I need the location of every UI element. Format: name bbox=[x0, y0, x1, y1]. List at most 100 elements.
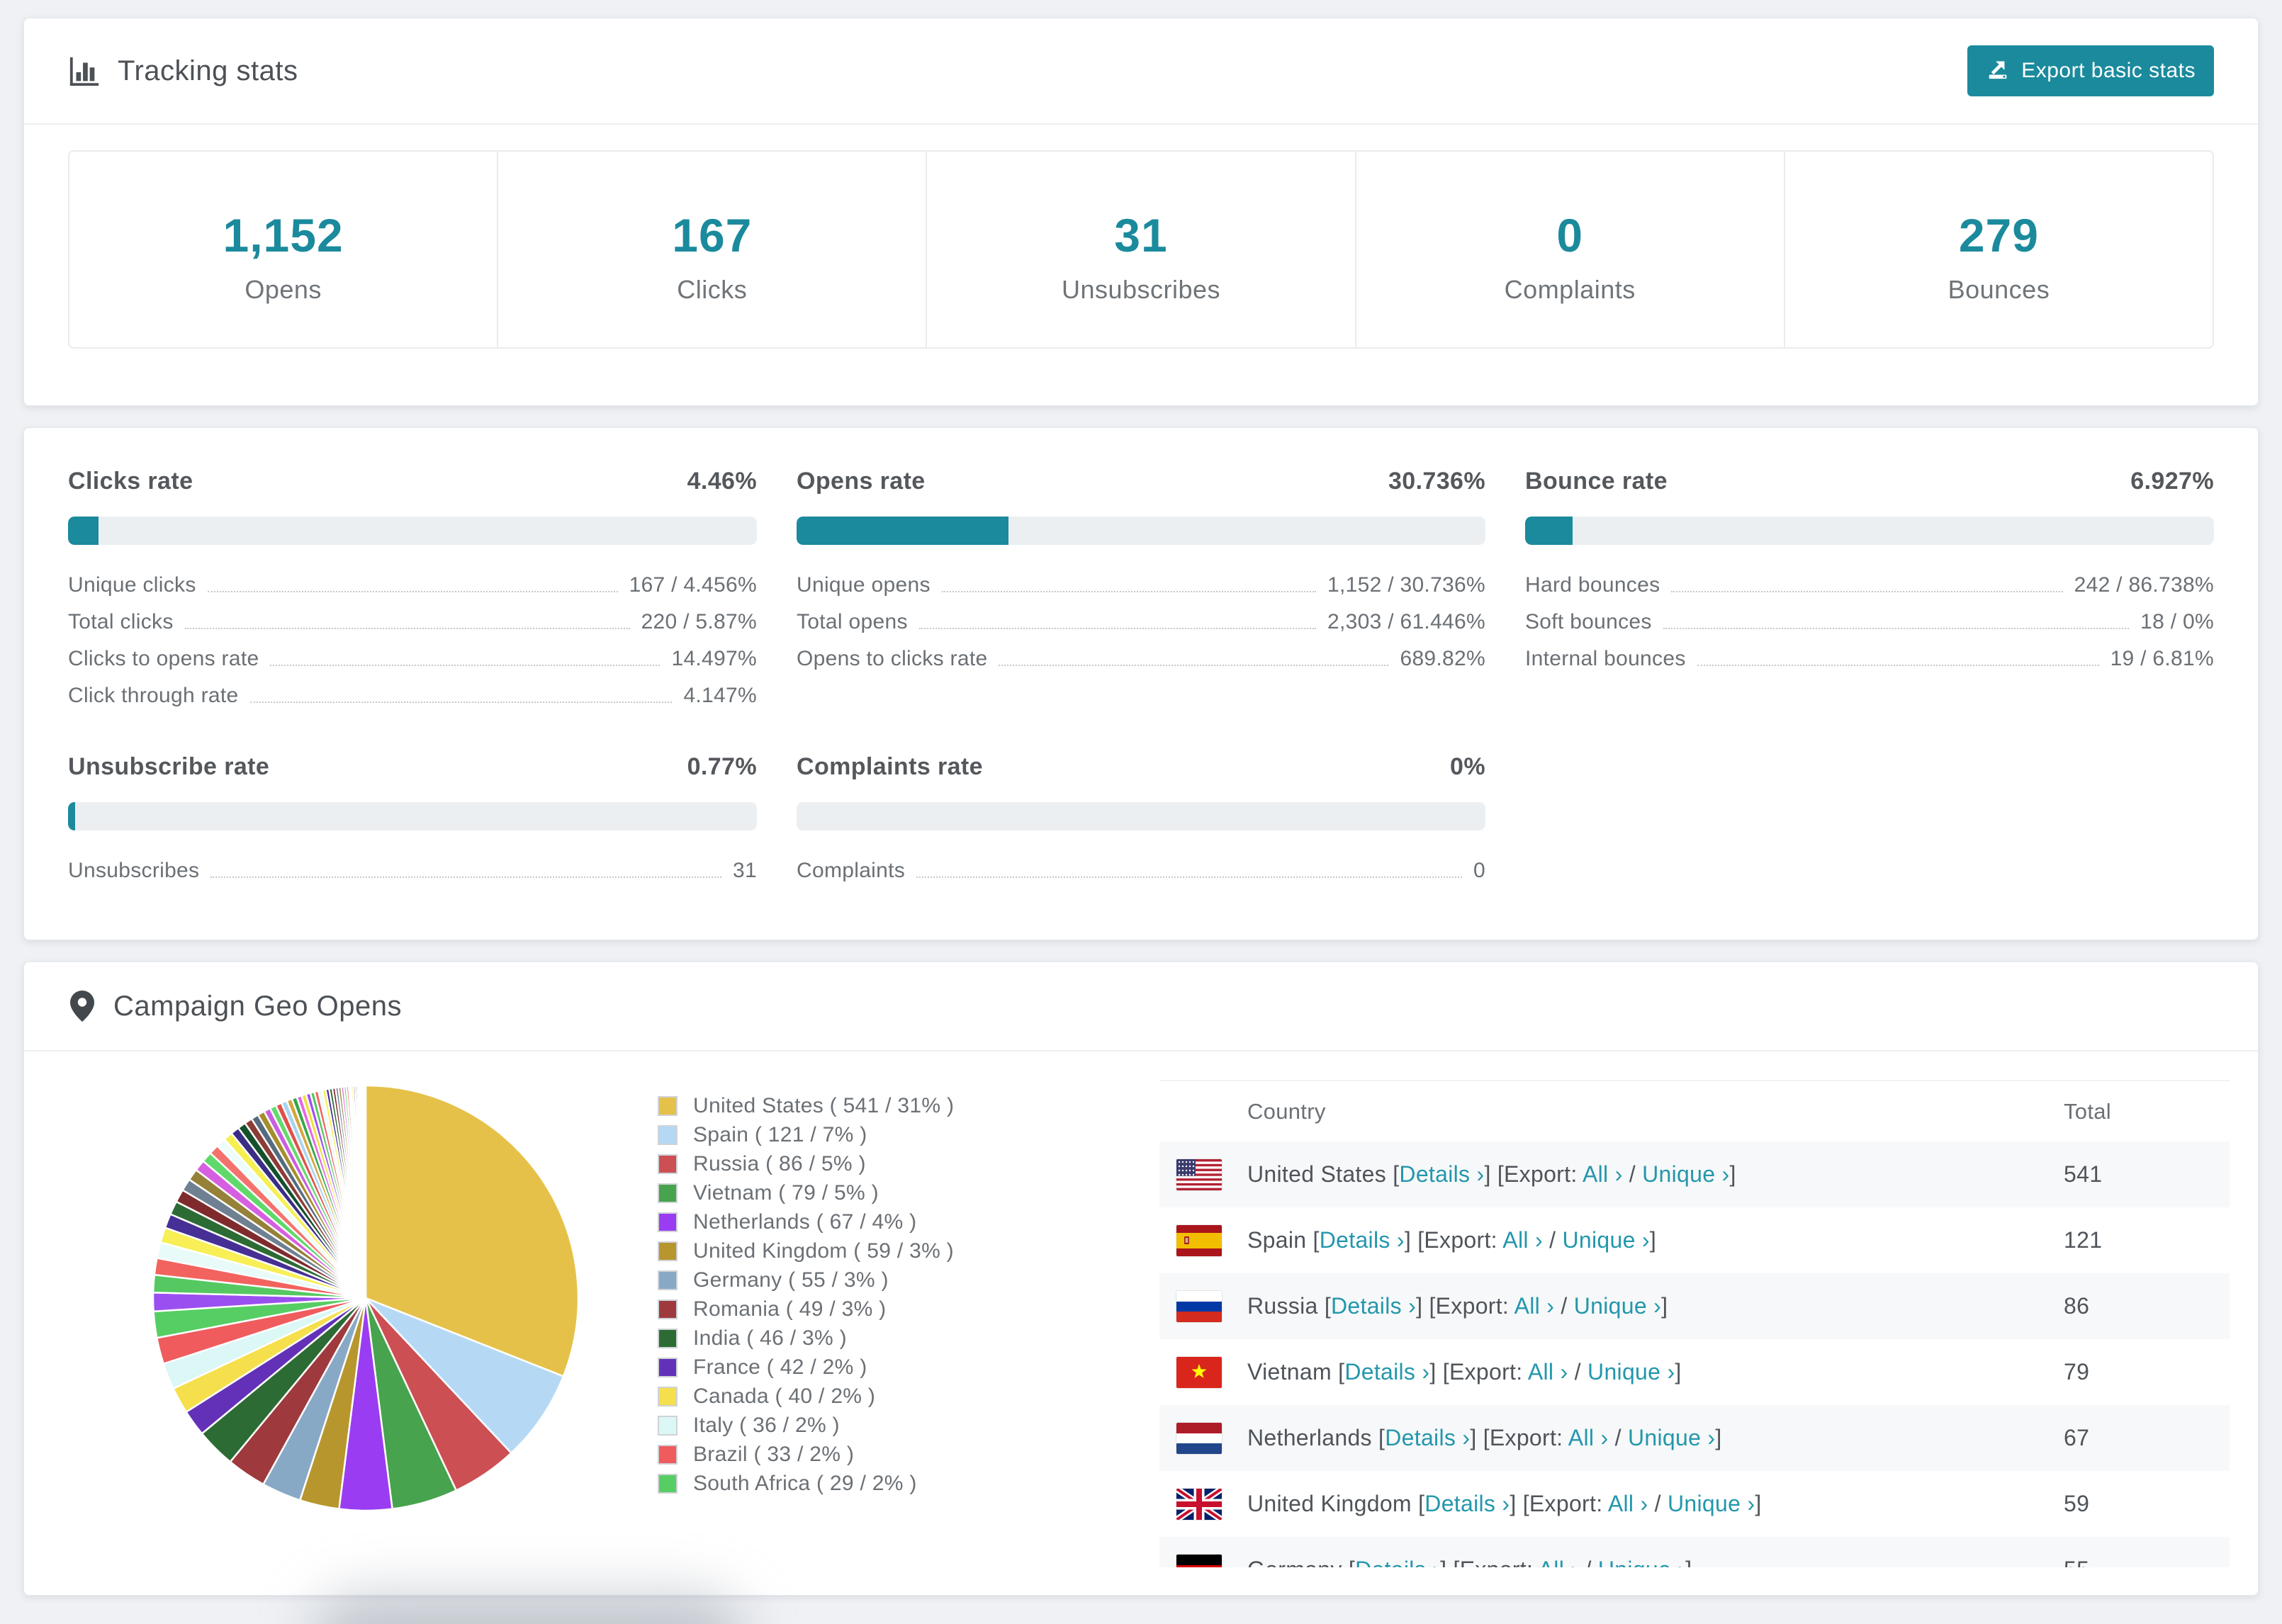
country-name-and-links: United Kingdom [Details ›] [Export: All … bbox=[1247, 1491, 1762, 1517]
country-name-and-links: Russia [Details ›] [Export: All › / Uniq… bbox=[1247, 1293, 1668, 1319]
legend-item-brazil: Brazil ( 33 / 2% ) bbox=[658, 1440, 954, 1469]
slash-separator: / bbox=[1554, 1293, 1574, 1319]
export-unique-link-russia[interactable]: Unique › bbox=[1574, 1293, 1661, 1319]
dotted-leader bbox=[1697, 665, 2099, 666]
details-link-germany[interactable]: Details › bbox=[1355, 1557, 1440, 1567]
country-name: Russia bbox=[1247, 1293, 1325, 1319]
legend-label: France ( 42 / 2% ) bbox=[693, 1355, 867, 1379]
export-all-link-united-states[interactable]: All › bbox=[1583, 1161, 1623, 1187]
legend-swatch bbox=[658, 1299, 678, 1319]
detail-label: Clicks to opens rate bbox=[68, 647, 259, 670]
export-all-link-netherlands[interactable]: All › bbox=[1568, 1425, 1609, 1450]
dotted-leader bbox=[1671, 591, 2063, 592]
details-link-vietnam[interactable]: Details › bbox=[1344, 1359, 1429, 1385]
rate-block-bounce-rate: Bounce rate 6.927% Hard bounces 242 / 86.73… bbox=[1525, 468, 2214, 708]
stat-cell-opens: 1,152 Opens bbox=[69, 152, 499, 347]
pie-legend: United States ( 541 / 31% ) Spain ( 121 /… bbox=[658, 1091, 954, 1498]
detail-value: 220 / 5.87% bbox=[641, 610, 757, 633]
export-unique-link-netherlands[interactable]: Unique › bbox=[1628, 1425, 1715, 1450]
export-all-link-russia[interactable]: All › bbox=[1514, 1293, 1555, 1319]
rates-card: Clicks rate 4.46% Unique clicks 167 / 4.456… bbox=[23, 427, 2259, 940]
bracket: ] bbox=[1685, 1557, 1692, 1567]
detail-value: 167 / 4.456% bbox=[629, 573, 757, 597]
legend-item-india: India ( 46 / 3% ) bbox=[658, 1324, 954, 1353]
dotted-leader bbox=[999, 665, 1389, 666]
details-link-united-kingdom[interactable]: Details › bbox=[1424, 1491, 1510, 1516]
detail-row: Total clicks 220 / 5.87% bbox=[68, 610, 757, 634]
slash-separator: / bbox=[1648, 1491, 1668, 1516]
legend-label: Spain ( 121 / 7% ) bbox=[693, 1122, 867, 1146]
dotted-leader bbox=[207, 591, 618, 592]
legend-item-romania: Romania ( 49 / 3% ) bbox=[658, 1295, 954, 1324]
geo-opens-title: Campaign Geo Opens bbox=[68, 989, 402, 1023]
flag-icon-de bbox=[1176, 1554, 1222, 1567]
rate-details: Unsubscribes 31 bbox=[68, 859, 757, 883]
legend-item-canada: Canada ( 40 / 2% ) bbox=[658, 1382, 954, 1411]
detail-value: 689.82% bbox=[1400, 647, 1485, 670]
bracket: ] [Export: bbox=[1470, 1425, 1568, 1450]
detail-value: 14.497% bbox=[671, 647, 757, 670]
legend-label: Netherlands ( 67 / 4% ) bbox=[693, 1209, 917, 1234]
legend-swatch bbox=[658, 1444, 678, 1465]
rate-value: 6.927% bbox=[2130, 468, 2214, 495]
export-all-link-germany[interactable]: All › bbox=[1539, 1557, 1579, 1567]
geo-table-row-germany: Germany [Details ›] [Export: All › / Uni… bbox=[1159, 1537, 2230, 1567]
detail-label: Opens to clicks rate bbox=[797, 647, 988, 670]
geo-chart-area: United States ( 541 / 31% ) Spain ( 121 /… bbox=[68, 1080, 1159, 1567]
bracket: [ bbox=[1313, 1227, 1320, 1253]
rate-progress-bar bbox=[1525, 517, 2214, 545]
stat-label: Clicks bbox=[677, 275, 748, 304]
detail-row: Opens to clicks rate 689.82% bbox=[797, 647, 1485, 671]
flag-icon-ru bbox=[1176, 1290, 1222, 1322]
geo-table-row-russia: Russia [Details ›] [Export: All › / Uniq… bbox=[1159, 1273, 2230, 1339]
detail-value: 31 bbox=[733, 859, 757, 882]
legend-swatch bbox=[658, 1328, 678, 1348]
detail-label: Unique clicks bbox=[68, 573, 196, 597]
rate-progress-fill bbox=[1525, 517, 1573, 545]
detail-value: 2,303 / 61.446% bbox=[1327, 610, 1485, 633]
rate-block-complaints-rate: Complaints rate 0% Complaints 0 bbox=[797, 753, 1485, 883]
export-unique-link-united-kingdom[interactable]: Unique › bbox=[1668, 1491, 1755, 1516]
rate-title: Clicks rate bbox=[68, 468, 193, 495]
export-all-link-united-kingdom[interactable]: All › bbox=[1608, 1491, 1648, 1516]
bracket: [ bbox=[1378, 1425, 1386, 1450]
slash-separator: / bbox=[1568, 1359, 1588, 1385]
legend-item-france: France ( 42 / 2% ) bbox=[658, 1353, 954, 1382]
rate-progress-bar bbox=[68, 802, 757, 830]
country-total: 79 bbox=[2064, 1359, 2090, 1385]
legend-label: India ( 46 / 3% ) bbox=[693, 1326, 847, 1350]
legend-swatch bbox=[658, 1241, 678, 1261]
legend-item-italy: Italy ( 36 / 2% ) bbox=[658, 1411, 954, 1440]
column-header-total: Total bbox=[2064, 1098, 2111, 1124]
export-unique-link-vietnam[interactable]: Unique › bbox=[1587, 1359, 1675, 1385]
flag-icon-vn bbox=[1176, 1356, 1222, 1388]
export-all-link-vietnam[interactable]: All › bbox=[1528, 1359, 1568, 1385]
export-basic-stats-button[interactable]: Export basic stats bbox=[1967, 45, 2214, 96]
slash-separator: / bbox=[1578, 1557, 1598, 1567]
export-unique-link-germany[interactable]: Unique › bbox=[1598, 1557, 1685, 1567]
country-total: 121 bbox=[2064, 1227, 2103, 1253]
export-all-link-spain[interactable]: All › bbox=[1502, 1227, 1543, 1253]
country-cell: United States [Details ›] [Export: All ›… bbox=[1176, 1158, 2064, 1190]
legend-swatch bbox=[658, 1124, 678, 1145]
export-unique-link-united-states[interactable]: Unique › bbox=[1642, 1161, 1729, 1187]
rate-details: Unique opens 1,152 / 30.736% Total opens 2,… bbox=[797, 573, 1485, 671]
geo-opens-table: Country Total United States [Details ›] … bbox=[1159, 1080, 2230, 1567]
details-link-united-states[interactable]: Details › bbox=[1399, 1161, 1484, 1187]
bracket: [ bbox=[1418, 1491, 1425, 1516]
country-total: 55 bbox=[2064, 1557, 2213, 1567]
detail-row: Clicks to opens rate 14.497% bbox=[68, 647, 757, 671]
geo-table-row-united-states: United States [Details ›] [Export: All ›… bbox=[1159, 1141, 2230, 1207]
rate-progress-fill bbox=[797, 517, 1008, 545]
country-total: 67 bbox=[2064, 1425, 2090, 1450]
country-name: United States bbox=[1247, 1161, 1393, 1187]
stat-value: 279 bbox=[1958, 209, 2039, 261]
country-cell: Spain [Details ›] [Export: All › / Uniqu… bbox=[1176, 1224, 2064, 1256]
details-link-russia[interactable]: Details › bbox=[1331, 1293, 1416, 1319]
details-link-spain[interactable]: Details › bbox=[1320, 1227, 1405, 1253]
export-unique-link-spain[interactable]: Unique › bbox=[1562, 1227, 1649, 1253]
details-link-netherlands[interactable]: Details › bbox=[1385, 1425, 1470, 1450]
stat-value: 31 bbox=[1114, 209, 1168, 261]
legend-label: South Africa ( 29 / 2% ) bbox=[693, 1471, 917, 1495]
bracket: ] bbox=[1755, 1491, 1762, 1516]
